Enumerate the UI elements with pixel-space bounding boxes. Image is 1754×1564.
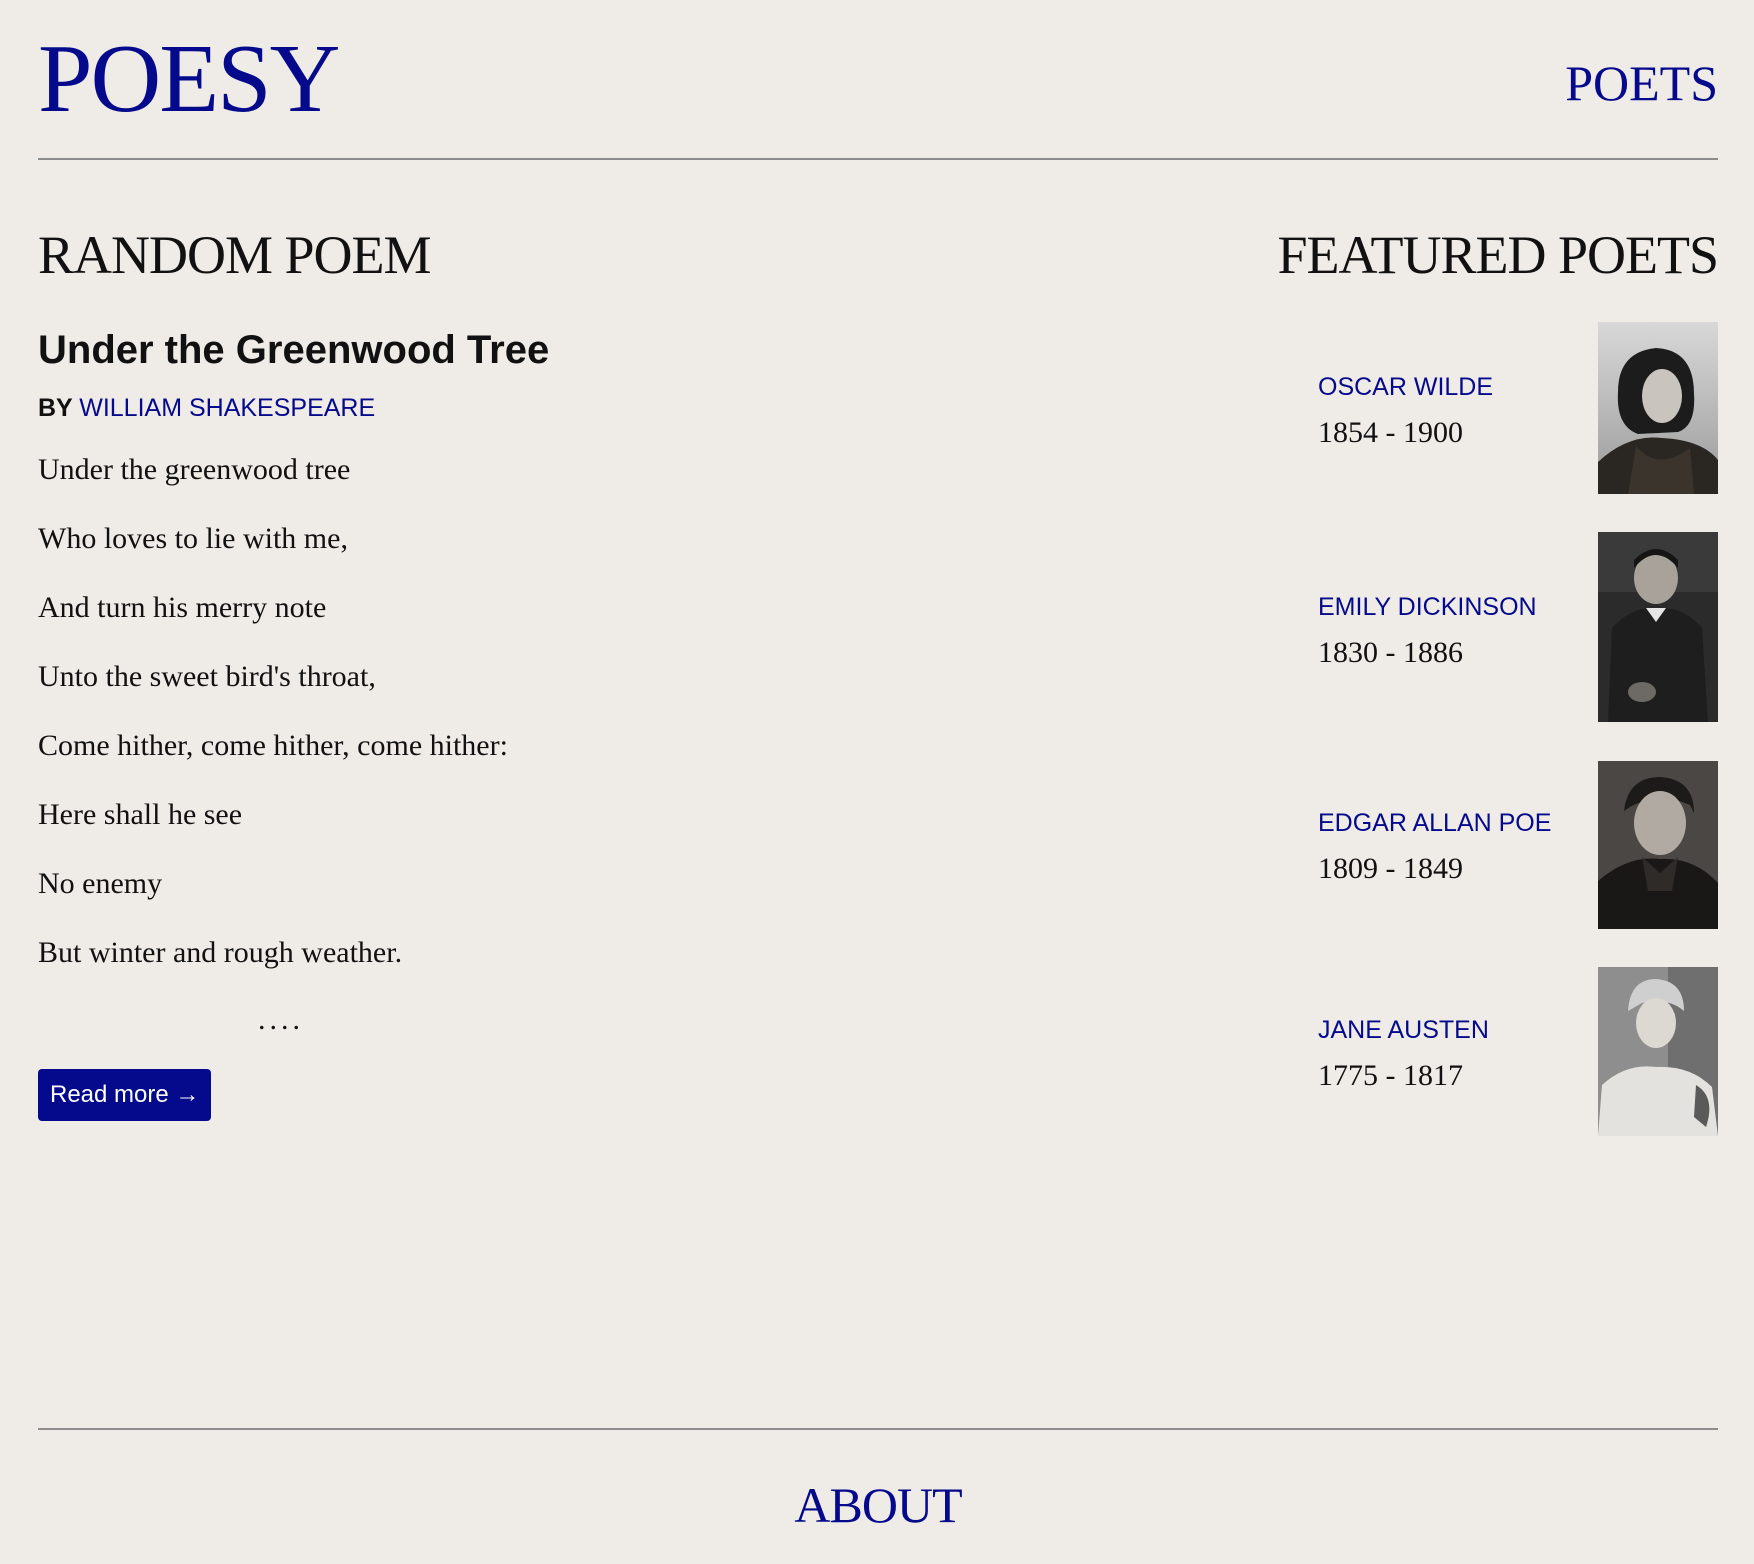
- site-logo[interactable]: POESY: [38, 30, 340, 128]
- random-poem: Under the Greenwood Tree BY WILLIAM SHAK…: [38, 330, 738, 1121]
- poem-author-link[interactable]: WILLIAM SHAKESPEARE: [79, 394, 375, 422]
- featured-poet-card[interactable]: EDGAR ALLAN POE 1809 - 1849: [1318, 761, 1718, 929]
- featured-poet-card[interactable]: OSCAR WILDE 1854 - 1900: [1318, 322, 1718, 494]
- poet-years: 1775 - 1817: [1318, 1059, 1463, 1092]
- poet-portrait[interactable]: [1598, 761, 1718, 929]
- poem-title: Under the Greenwood Tree: [38, 328, 550, 372]
- poet-years: 1854 - 1900: [1318, 416, 1463, 449]
- portrait-image: [1598, 532, 1718, 722]
- poem-lines: Under the greenwood tree Who loves to li…: [38, 455, 738, 1007]
- poem-byline: BY WILLIAM SHAKESPEARE: [38, 396, 738, 421]
- poet-years: 1809 - 1849: [1318, 852, 1463, 885]
- site-header: POESY POETS: [38, 0, 1718, 160]
- site-footer: ABOUT: [38, 1428, 1718, 1564]
- portrait-image: [1598, 967, 1718, 1136]
- poem-line: Here shall he see: [38, 798, 243, 831]
- poet-years: 1830 - 1886: [1318, 636, 1463, 669]
- poet-portrait[interactable]: [1598, 532, 1718, 722]
- poem-ellipsis: ....: [258, 1003, 304, 1036]
- portrait-image: [1598, 322, 1718, 494]
- portrait-image: [1598, 761, 1718, 929]
- nav-poets-link[interactable]: POETS: [1565, 58, 1718, 108]
- poet-portrait[interactable]: [1598, 322, 1718, 494]
- poet-info: EMILY DICKINSON 1830 - 1886: [1318, 595, 1588, 668]
- poem-line: No enemy: [38, 867, 163, 900]
- poet-name-link[interactable]: EDGAR ALLAN POE: [1318, 811, 1588, 836]
- featured-poet-card[interactable]: JANE AUSTEN 1775 - 1817: [1318, 967, 1718, 1136]
- poet-portrait[interactable]: [1598, 967, 1718, 1136]
- poet-name-link[interactable]: EMILY DICKINSON: [1318, 595, 1588, 620]
- read-more-button[interactable]: Read more →: [38, 1069, 212, 1121]
- random-poem-heading: RANDOM POEM: [38, 225, 432, 285]
- poet-info: JANE AUSTEN 1775 - 1817: [1318, 1018, 1588, 1091]
- poet-info: OSCAR WILDE 1854 - 1900: [1318, 375, 1588, 448]
- poem-line: Unto the sweet bird's throat,: [38, 660, 376, 693]
- poet-name-link[interactable]: JANE AUSTEN: [1318, 1018, 1588, 1043]
- poem-line: Who loves to lie with me,: [38, 522, 348, 555]
- poem-line: Come hither, come hither, come hither:: [38, 729, 508, 762]
- poem-line: Under the greenwood tree: [38, 453, 351, 486]
- poet-name-link[interactable]: OSCAR WILDE: [1318, 375, 1588, 400]
- featured-poets-heading: FEATURED POETS: [1277, 225, 1719, 285]
- poem-line: And turn his merry note: [38, 591, 327, 624]
- footer-about-link[interactable]: ABOUT: [38, 1480, 1718, 1530]
- byline-label: BY: [38, 394, 73, 422]
- featured-poet-card[interactable]: EMILY DICKINSON 1830 - 1886: [1318, 532, 1718, 722]
- poet-info: EDGAR ALLAN POE 1809 - 1849: [1318, 811, 1588, 884]
- poem-line: But winter and rough weather.: [38, 936, 403, 969]
